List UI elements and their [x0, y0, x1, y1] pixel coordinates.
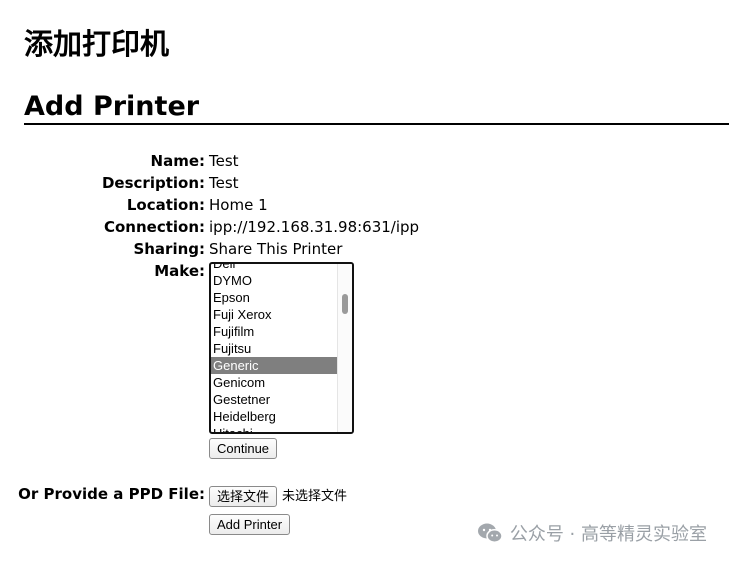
- title-divider: [24, 123, 729, 125]
- name-label: Name:: [150, 152, 205, 170]
- watermark-text: 公众号 · 高等精灵实验室: [509, 524, 707, 545]
- no-file-chosen-text: 未选择文件: [282, 489, 348, 504]
- make-option-list: Dell DYMO Epson Fuji Xerox Fujifilm Fuji…: [211, 264, 340, 432]
- continue-button[interactable]: Continue: [209, 438, 278, 459]
- page-heading: 添加打印机: [24, 27, 170, 61]
- make-listbox[interactable]: Dell DYMO Epson Fuji Xerox Fujifilm Fuji…: [209, 262, 354, 434]
- make-option[interactable]: Fuji Xerox: [211, 306, 340, 323]
- make-option[interactable]: Genicom: [211, 374, 340, 391]
- choose-file-button[interactable]: 选择文件: [209, 486, 278, 507]
- name-value: Test: [209, 152, 239, 170]
- watermark: 公众号 · 高等精灵实验室: [477, 520, 707, 546]
- make-option[interactable]: Fujifilm: [211, 323, 340, 340]
- connection-label: Connection:: [103, 218, 205, 236]
- wechat-icon: [477, 523, 503, 543]
- ppd-file-label: Or Provide a PPD File:: [18, 485, 205, 503]
- sharing-label: Sharing:: [133, 240, 205, 258]
- description-value: Test: [209, 174, 239, 192]
- listbox-scrollbar[interactable]: [337, 264, 352, 432]
- section-title: Add Printer: [24, 91, 200, 122]
- connection-value: ipp://192.168.31.98:631/ipp: [209, 218, 420, 236]
- make-option[interactable]: Heidelberg: [211, 408, 340, 425]
- make-option[interactable]: Epson: [211, 289, 340, 306]
- make-label: Make:: [154, 262, 205, 280]
- add-printer-button[interactable]: Add Printer: [209, 514, 291, 535]
- make-option[interactable]: Fujitsu: [211, 340, 340, 357]
- make-option[interactable]: Dell: [211, 264, 340, 272]
- location-label: Location:: [126, 196, 205, 214]
- make-option[interactable]: Gestetner: [211, 391, 340, 408]
- scrollbar-thumb[interactable]: [342, 294, 348, 314]
- description-label: Description:: [101, 174, 205, 192]
- sharing-value: Share This Printer: [209, 240, 343, 258]
- make-option-selected[interactable]: Generic: [211, 357, 340, 374]
- make-option[interactable]: Hitachi: [211, 425, 340, 432]
- location-value: Home 1: [209, 196, 268, 214]
- make-option[interactable]: DYMO: [211, 272, 340, 289]
